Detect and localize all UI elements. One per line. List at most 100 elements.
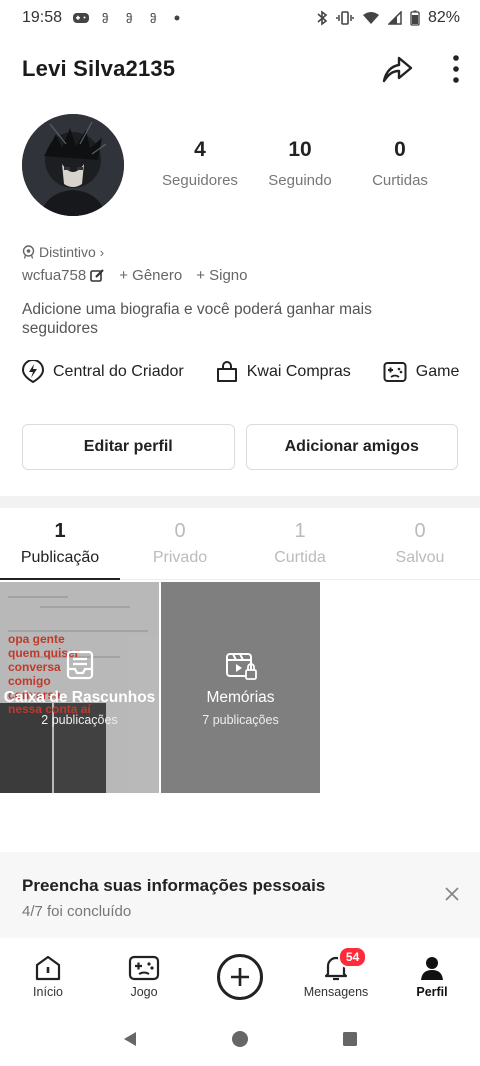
profile-header: Levi Silva2135 (22, 46, 460, 92)
tab-liked[interactable]: 1 Curtida (240, 520, 360, 579)
shortcut-label: Game (415, 363, 460, 380)
badge-link[interactable]: Distintivo › (22, 244, 104, 260)
nav-messages[interactable]: 54 Mensagens (288, 944, 384, 1010)
memories-box[interactable]: Memórias 7 publicações (161, 582, 320, 793)
user-id-text: wcfua758 (22, 267, 87, 284)
shopping-bag-icon (216, 361, 237, 382)
profile-username: Levi Silva2135 (22, 56, 176, 81)
tab-label: Curtida (274, 549, 326, 566)
bluetooth-icon (317, 10, 328, 26)
more-dot-icon (174, 15, 180, 21)
app-notification-icon: ჵ (150, 12, 157, 25)
close-icon[interactable] (444, 886, 460, 902)
drafts-box[interactable]: opa gente quem quiser conversa comigo co… (0, 582, 159, 793)
shortcut-game[interactable]: Game (383, 361, 460, 383)
share-icon[interactable] (380, 54, 414, 84)
edit-profile-button[interactable]: Editar perfil (22, 424, 235, 470)
profile-id-row: wcfua758 + Gênero + Signo (22, 267, 247, 284)
notification-icons: ჵ ჵ ჵ (72, 11, 180, 25)
tab-count: 0 (414, 520, 426, 542)
personal-info-card[interactable]: Preencha suas informações pessoais 4/7 f… (0, 852, 480, 938)
recents-icon[interactable] (341, 1030, 359, 1048)
add-friends-button[interactable]: Adicionar amigos (245, 424, 458, 470)
signal-icon (387, 11, 402, 25)
nav-label: Jogo (130, 985, 158, 999)
vibrate-icon (336, 11, 354, 25)
home-circle-icon[interactable] (231, 1030, 249, 1048)
section-divider (0, 496, 480, 508)
shortcut-label: Kwai Compras (246, 363, 351, 380)
bio-placeholder[interactable]: Adicione uma biografia e você poderá gan… (22, 300, 442, 338)
game-notification-icon (73, 13, 90, 23)
followers-count: 4 (194, 138, 206, 161)
add-sign-link[interactable]: + Signo (196, 267, 247, 284)
memories-title: Memórias (206, 688, 275, 706)
app-notification-icon: ჵ (126, 12, 133, 25)
memories-overlay: Memórias 7 publicações (161, 582, 320, 793)
avatar-image (22, 114, 124, 216)
tab-publications[interactable]: 1 Publicação (0, 520, 120, 580)
status-bar: 19:58 ჵ ჵ ჵ 82% (0, 0, 480, 36)
gamepad-icon (383, 362, 407, 382)
stat-likes[interactable]: 0 Curtidas (350, 138, 450, 189)
nav-label: Mensagens (303, 985, 369, 999)
status-time: 19:58 (22, 9, 63, 26)
stat-followers[interactable]: 4 Seguidores (150, 138, 250, 189)
content-tabs: 1 Publicação 0 Privado 1 Curtida 0 Salvo… (0, 520, 480, 580)
badge-icon (22, 245, 35, 259)
info-card-progress: 4/7 foi concluído (22, 903, 132, 920)
nav-label: Perfil (416, 985, 448, 999)
following-count: 10 (288, 138, 312, 161)
memories-count: 7 publicações (202, 712, 279, 727)
tab-label: Salvou (395, 549, 445, 566)
tab-saved[interactable]: 0 Salvou (360, 520, 480, 579)
add-gender-link[interactable]: + Gênero (119, 267, 182, 284)
lightning-circle-icon (22, 360, 44, 384)
edit-icon[interactable] (90, 268, 105, 283)
battery-icon (410, 10, 420, 26)
tab-count: 1 (54, 520, 66, 542)
profile-stats: 4 Seguidores 10 Seguindo 0 Curtidas (150, 138, 450, 189)
tab-private[interactable]: 0 Privado (120, 520, 240, 579)
person-icon (421, 957, 443, 980)
tab-count: 1 (294, 520, 306, 542)
following-label: Seguindo (268, 172, 332, 189)
profile-actions: Editar perfil Adicionar amigos (22, 424, 458, 470)
stat-following[interactable]: 10 Seguindo (250, 138, 350, 189)
tab-label: Privado (152, 549, 208, 566)
nav-label: Início (33, 985, 63, 999)
nav-create[interactable] (192, 944, 288, 1010)
drafts-count: 2 publicações (41, 712, 118, 727)
nav-home[interactable]: Início (0, 944, 96, 1010)
nav-profile[interactable]: Perfil (384, 944, 480, 1010)
back-icon[interactable] (121, 1030, 139, 1048)
nav-game[interactable]: Jogo (96, 944, 192, 1010)
more-options-icon[interactable] (452, 54, 460, 84)
user-id[interactable]: wcfua758 (22, 267, 105, 284)
shortcut-creator-center[interactable]: Central do Criador (22, 360, 184, 384)
avatar[interactable] (22, 114, 124, 216)
drafts-overlay: Caixa de Rascunhos 2 publicações (0, 582, 159, 793)
svg-text:ჵ: ჵ (150, 12, 157, 25)
system-status-icons: 82% (316, 9, 460, 27)
drafts-title: Caixa de Rascunhos (3, 688, 156, 706)
followers-label: Seguidores (162, 172, 238, 189)
battery-level: 82% (427, 9, 460, 26)
shortcut-label: Central do Criador (53, 363, 184, 380)
shortcut-kwai-shopping[interactable]: Kwai Compras (216, 361, 351, 383)
likes-label: Curtidas (372, 172, 428, 189)
svg-text:ჵ: ჵ (126, 12, 133, 25)
info-card-title: Preencha suas informações pessoais (22, 876, 326, 895)
wifi-icon (362, 12, 379, 24)
messages-badge: 54 (337, 946, 368, 968)
tab-label: Publicação (20, 549, 100, 566)
tab-count: 0 (174, 520, 186, 542)
likes-count: 0 (394, 138, 406, 161)
system-nav-bar (0, 1012, 480, 1066)
gamepad-icon (128, 955, 160, 981)
bottom-nav: Início Jogo 54 Mensagens Perfil (0, 944, 480, 1010)
content-grid: opa gente quem quiser conversa comigo co… (0, 582, 480, 793)
app-notification-icon: ჵ (102, 12, 109, 25)
shortcut-row: Central do Criador Kwai Compras Game (22, 360, 459, 384)
svg-text:ჵ: ჵ (102, 12, 109, 25)
